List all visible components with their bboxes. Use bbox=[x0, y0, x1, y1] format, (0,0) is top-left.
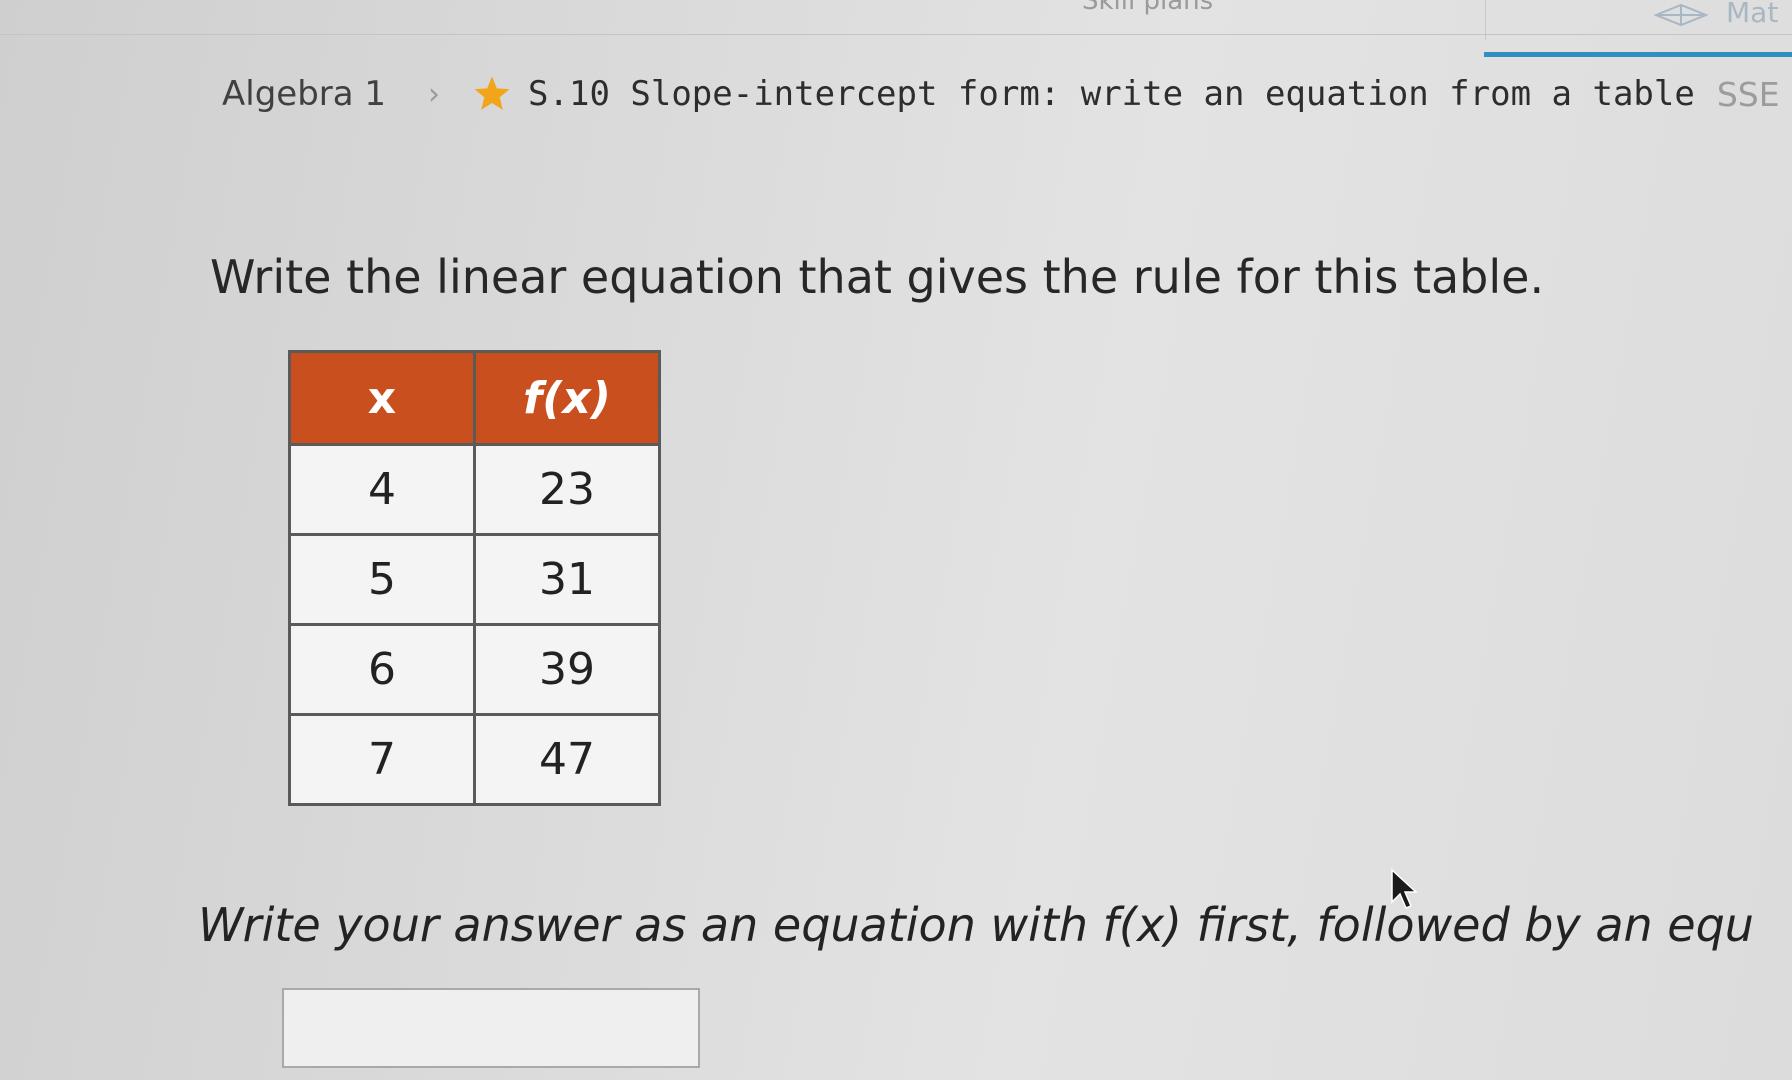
table-row: 4 23 bbox=[288, 443, 661, 536]
table-cell-x: 7 bbox=[288, 713, 476, 806]
table-header-x: x bbox=[288, 350, 476, 446]
table-row: 7 47 bbox=[288, 713, 661, 806]
table-cell-fx: 23 bbox=[473, 443, 661, 536]
table-cell-x: 5 bbox=[288, 533, 476, 626]
table-header-fx: f(x) bbox=[473, 350, 661, 446]
skill-plans-link[interactable]: Skill plans bbox=[1082, 0, 1213, 16]
table-row: 6 39 bbox=[288, 623, 661, 716]
question-prompt: Write the linear equation that gives the… bbox=[210, 250, 1545, 304]
top-divider bbox=[1485, 0, 1486, 40]
table-header-row: x f(x) bbox=[288, 350, 661, 446]
skill-code: SSE bbox=[1716, 74, 1780, 114]
table-row: 5 31 bbox=[288, 533, 661, 626]
diamond-icon[interactable] bbox=[1652, 2, 1710, 28]
table-cell-x: 6 bbox=[288, 623, 476, 716]
table-cell-fx: 47 bbox=[473, 713, 661, 806]
active-tab-indicator bbox=[1484, 52, 1792, 57]
answer-instruction: Write your answer as an equation with f(… bbox=[198, 898, 1754, 952]
star-icon bbox=[474, 76, 510, 110]
chevron-right-icon: › bbox=[428, 76, 441, 112]
breadcrumb-course[interactable]: Algebra 1 bbox=[222, 74, 386, 114]
answer-input[interactable] bbox=[282, 988, 700, 1068]
table-cell-fx: 31 bbox=[473, 533, 661, 626]
top-bar: Skill plans Mat bbox=[0, 0, 1792, 40]
table-cell-fx: 39 bbox=[473, 623, 661, 716]
breadcrumb: Algebra 1 › S.10 Slope-intercept form: w… bbox=[222, 74, 1780, 114]
top-right-nav-label[interactable]: Mat bbox=[1726, 0, 1778, 29]
breadcrumb-skill-title: S.10 Slope-intercept form: write an equa… bbox=[528, 74, 1695, 114]
table-cell-x: 4 bbox=[288, 443, 476, 536]
function-table: x f(x) 4 23 5 31 6 39 7 47 bbox=[288, 350, 661, 806]
